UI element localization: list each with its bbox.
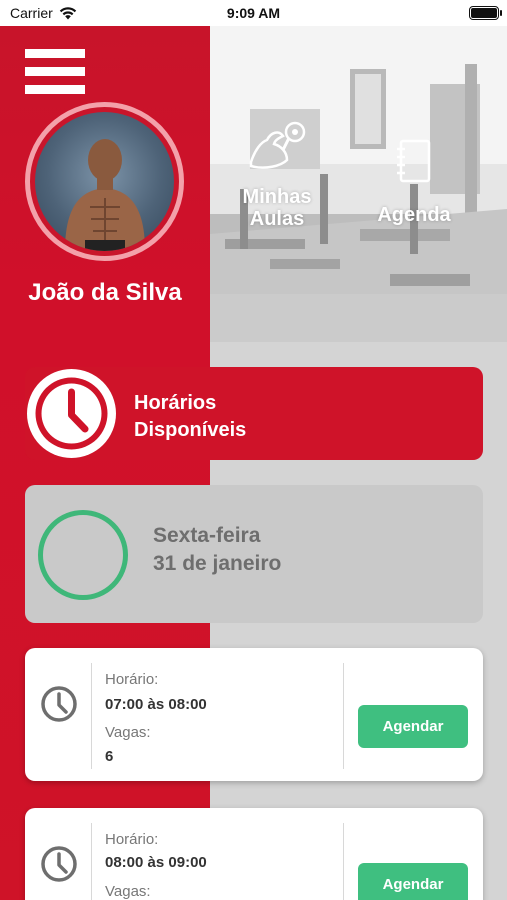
- nav-aulas-line1: Minhas: [242, 186, 312, 208]
- date-indicator-ring: [38, 510, 128, 600]
- user-photo-illustration: [65, 139, 145, 251]
- time-value: 07:00 às 08:00: [105, 696, 207, 713]
- nav-aulas-line2: Aulas: [249, 208, 305, 230]
- clock-icon: [41, 686, 77, 722]
- divider: [91, 823, 92, 900]
- vagas-label: Vagas:: [105, 724, 151, 741]
- status-time: 9:09 AM: [226, 5, 281, 21]
- vagas-label: Vagas:: [105, 883, 151, 900]
- time-value: 08:00 às 09:00: [105, 854, 207, 871]
- menu-bar-icon: [25, 85, 85, 94]
- menu-bar-icon: [25, 49, 85, 58]
- avatar: [35, 112, 174, 251]
- time-slot-card: Horário: 07:00 às 08:00 Vagas: 6 Agendar: [25, 648, 483, 781]
- available-line2: Disponíveis: [134, 419, 247, 441]
- agendar-button[interactable]: Agendar: [358, 705, 468, 748]
- user-name: João da Silva: [28, 279, 182, 306]
- time-label: Horário:: [105, 831, 159, 848]
- date-weekday: Sexta-feira: [153, 524, 261, 547]
- clock-icon-container: [27, 369, 116, 458]
- agenda-notebook-icon: [397, 139, 431, 183]
- status-bar: Carrier 9:09 AM: [0, 0, 507, 26]
- menu-bar-icon: [25, 67, 85, 76]
- vagas-value: 6: [105, 748, 114, 765]
- agendar-button[interactable]: Agendar: [358, 863, 468, 900]
- nav-agenda[interactable]: Agenda: [370, 138, 458, 226]
- divider: [91, 663, 92, 769]
- date-text: Sexta-feira 31 de janeiro: [153, 522, 281, 578]
- divider: [343, 663, 344, 769]
- clock-icon: [35, 377, 108, 450]
- nav-minhas-aulas[interactable]: Minhas Aulas: [232, 120, 322, 230]
- clock-icon: [41, 846, 77, 882]
- selected-date-card[interactable]: Sexta-feira 31 de janeiro: [25, 485, 483, 623]
- flexed-arm-icon: [249, 121, 306, 169]
- available-schedules-title: Horários Disponíveis: [134, 390, 246, 444]
- time-slot-card: Horário: 08:00 às 09:00 Vagas: Agendar: [25, 808, 483, 900]
- avatar-ring[interactable]: [25, 102, 184, 261]
- time-label: Horário:: [105, 671, 159, 688]
- menu-button[interactable]: [25, 49, 85, 95]
- available-line1: Horários: [134, 392, 217, 414]
- divider: [343, 823, 344, 900]
- date-day: 31 de janeiro: [153, 552, 282, 575]
- battery-icon: [469, 6, 502, 20]
- nav-agenda-label: Agenda: [377, 204, 451, 226]
- available-schedules-card[interactable]: Horários Disponíveis: [25, 367, 483, 460]
